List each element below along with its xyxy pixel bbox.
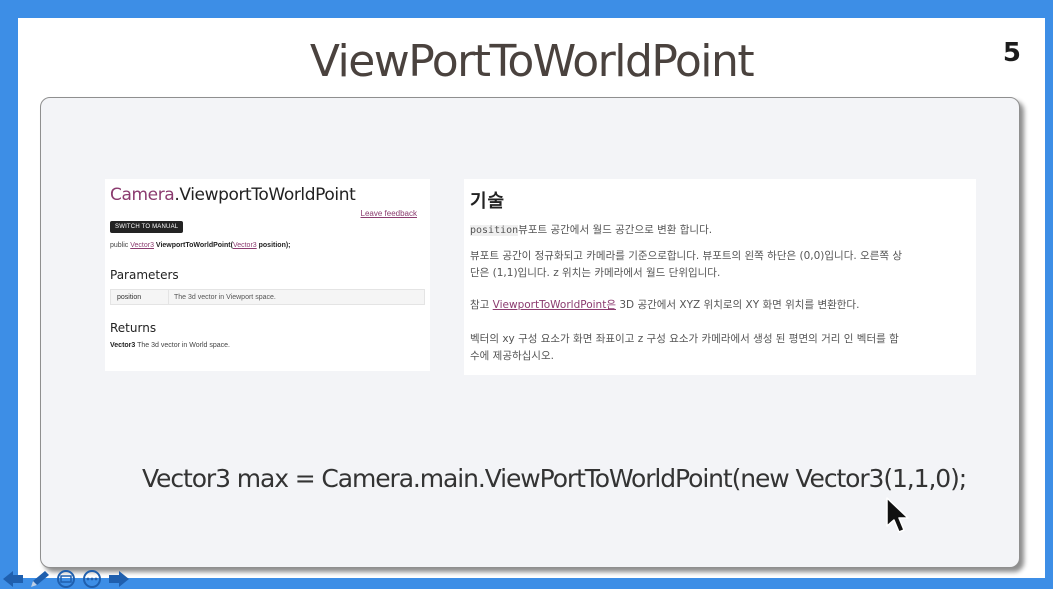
pen-icon[interactable] <box>28 570 52 588</box>
parameter-description: The 3d vector in Viewport space. <box>174 293 276 301</box>
description-paragraph-4-line-1: 벡터의 xy 구성 요소가 화면 좌표이고 z 구성 요소가 카메라에서 생성 … <box>470 333 899 345</box>
description-paragraph-2-line-1: 뷰포트 공간이 정규화되고 카메라를 기준으로합니다. 뷰포트의 왼쪽 하단은 … <box>470 250 903 262</box>
doc-class-name: Camera <box>110 185 175 205</box>
description-paragraph-2: 뷰포트 공간이 정규화되고 카메라를 기준으로합니다. 뷰포트의 왼쪽 하단은 … <box>470 248 970 282</box>
method-signature: public Vector3 ViewportToWorldPoint(Vect… <box>110 242 425 249</box>
viewport-to-world-point-link[interactable]: ViewportToWorldPoint은 <box>493 299 616 311</box>
signature-param-type-link[interactable]: Vector3 <box>233 242 257 249</box>
description-paragraph-3-suffix: 3D 공간에서 XYZ 위치로의 XY 화면 위치를 변환한다. <box>616 299 860 311</box>
description-paragraph-1: position뷰포트 공간에서 월드 공간으로 변환 합니다. <box>470 222 970 239</box>
description-paragraph-2-line-2: 단은 (1,1)입니다. z 위치는 카메라에서 월드 단위입니다. <box>470 267 721 279</box>
slides-icon[interactable] <box>56 570 76 588</box>
description-paragraph-1-text: 뷰포트 공간에서 월드 공간으로 변환 합니다. <box>518 224 713 236</box>
slideshow-nav-bar <box>0 568 140 589</box>
parameter-row: position The 3d vector in Viewport space… <box>110 289 425 305</box>
description-paragraph-3-prefix: 참고 <box>470 299 493 311</box>
returns-description: The 3d vector in World space. <box>135 342 230 349</box>
returns-text: Vector3 The 3d vector in World space. <box>110 342 425 349</box>
doc-title: Camera.ViewportToWorldPoint <box>110 185 425 205</box>
description-heading: 기술 <box>470 191 506 212</box>
description-paragraph-4: 벡터의 xy 구성 요소가 화면 좌표이고 z 구성 요소가 카메라에서 생성 … <box>470 331 970 365</box>
description-paragraph-4-line-2: 수에 제공하십시오. <box>470 350 554 362</box>
signature-prefix: public <box>110 242 131 249</box>
more-icon[interactable] <box>82 570 102 588</box>
arrow-right-icon[interactable] <box>108 570 130 588</box>
signature-name: ViewportToWorldPoint( <box>153 242 233 249</box>
leave-feedback-link[interactable]: Leave feedback <box>361 209 418 218</box>
slide-number: 5 <box>1002 38 1021 68</box>
korean-description-screenshot: 기술 position뷰포트 공간에서 월드 공간으로 변환 합니다. 뷰포트 … <box>464 179 976 375</box>
returns-type: Vector3 <box>110 342 136 349</box>
description-paragraph-3: 참고 ViewportToWorldPoint은 3D 공간에서 XYZ 위치로… <box>470 297 970 314</box>
slide-title: ViewPortToWorldPoint <box>309 36 755 87</box>
doc-method-name: .ViewportToWorldPoint <box>174 185 356 205</box>
parameter-name: position <box>111 290 169 304</box>
code-example: Vector3 max = Camera.main.ViewPortToWorl… <box>142 464 967 493</box>
slide: ViewPortToWorldPoint 5 Camera.ViewportTo… <box>18 18 1045 578</box>
returns-heading: Returns <box>110 321 157 335</box>
mouse-pointer-icon <box>886 497 909 533</box>
signature-return-type-link[interactable]: Vector3 <box>130 242 154 249</box>
switch-to-manual-button[interactable]: SWITCH TO MANUAL <box>110 221 184 233</box>
parameters-heading: Parameters <box>110 268 179 282</box>
signature-suffix: position); <box>256 242 291 249</box>
code-position: position <box>470 225 519 236</box>
arrow-left-icon[interactable] <box>2 570 24 588</box>
unity-doc-screenshot: Camera.ViewportToWorldPoint Leave feedba… <box>105 179 430 371</box>
